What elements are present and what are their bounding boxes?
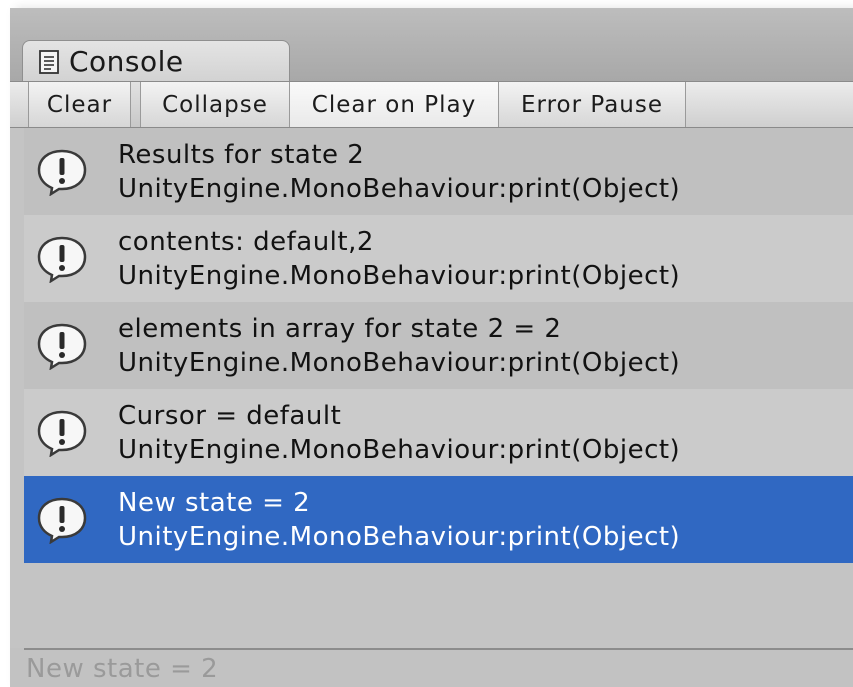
info-exclamation-icon: [37, 323, 87, 370]
info-exclamation-icon: [37, 410, 87, 457]
clear-button[interactable]: Clear: [28, 82, 131, 127]
log-trace: UnityEngine.MonoBehaviour:print(Object): [118, 173, 681, 204]
status-bar-text[interactable]: New state = 2: [26, 654, 218, 687]
log-entry-selected[interactable]: New state = 2 UnityEngine.MonoBehaviour:…: [24, 476, 853, 563]
log-trace: UnityEngine.MonoBehaviour:print(Object): [118, 260, 681, 291]
log-entry[interactable]: Results for state 2 UnityEngine.MonoBeha…: [24, 128, 853, 215]
collapse-button[interactable]: Collapse: [140, 82, 290, 127]
log-entry[interactable]: Cursor = default UnityEngine.MonoBehavio…: [24, 389, 853, 476]
error-pause-button[interactable]: Error Pause: [498, 82, 686, 127]
log-message: Results for state 2: [118, 139, 365, 170]
info-exclamation-icon: [37, 149, 87, 196]
console-toolbar: Clear Collapse Clear on Play Error Pause: [10, 81, 853, 128]
log-message: Cursor = default: [118, 400, 342, 431]
tab-console-label: Console: [69, 45, 184, 78]
info-exclamation-icon: [37, 497, 87, 544]
status-divider: [24, 648, 853, 650]
tab-strip: Console: [10, 8, 853, 82]
toolbar-separator: [130, 82, 140, 127]
log-message: contents: default,2: [118, 226, 374, 257]
log-entry[interactable]: elements in array for state 2 = 2 UnityE…: [24, 302, 853, 389]
log-trace: UnityEngine.MonoBehaviour:print(Object): [118, 521, 681, 552]
log-entry[interactable]: contents: default,2 UnityEngine.MonoBeha…: [24, 215, 853, 302]
console-document-icon: [39, 49, 59, 74]
log-trace: UnityEngine.MonoBehaviour:print(Object): [118, 347, 681, 378]
console-window: Console Clear Collapse Clear on Play Err…: [10, 8, 853, 687]
log-trace: UnityEngine.MonoBehaviour:print(Object): [118, 434, 681, 465]
info-exclamation-icon: [37, 236, 87, 283]
clear-on-play-button[interactable]: Clear on Play: [289, 82, 499, 127]
tab-console[interactable]: Console: [22, 40, 290, 82]
log-entry-list: Results for state 2 UnityEngine.MonoBeha…: [10, 128, 853, 648]
log-message: New state = 2: [118, 487, 311, 518]
log-message: elements in array for state 2 = 2: [118, 313, 562, 344]
